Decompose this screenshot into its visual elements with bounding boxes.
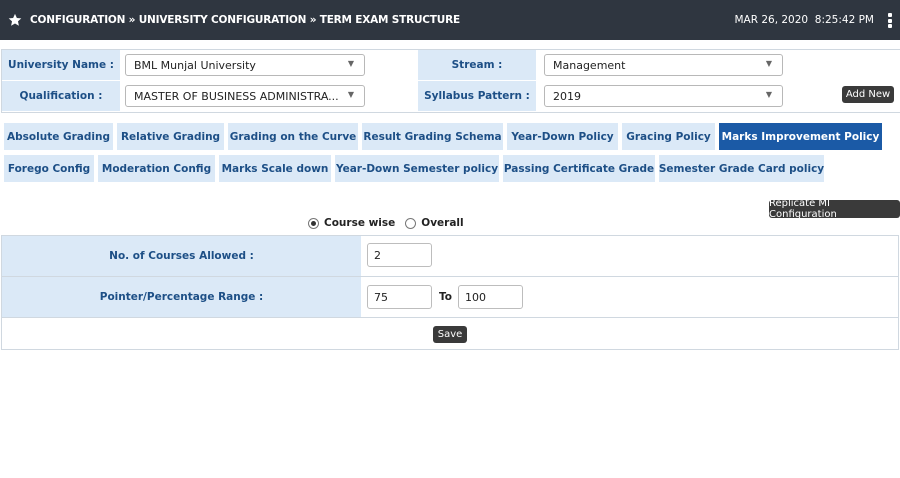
datetime: MAR 26, 2020 8:25:42 PM [734,14,874,26]
range-to-label: To [439,291,452,303]
qualification-select[interactable]: MASTER OF BUSINESS ADMINISTRA... ▼ [125,85,365,107]
courses-allowed-label: No. of Courses Allowed : [2,236,361,276]
range-to-input[interactable]: 100 [458,285,523,309]
course-wise-label[interactable]: Course wise [324,217,395,229]
university-label: University Name : [2,50,120,80]
syllabus-label: Syllabus Pattern : [418,81,536,111]
tab-result-grading-schema[interactable]: Result Grading Schema [362,123,503,150]
university-value: BML Munjal University [134,58,256,72]
row-divider [2,317,898,318]
tab-marks-scale-down[interactable]: Marks Scale down [219,155,331,182]
date-text: MAR 26, 2020 [734,14,809,26]
top-bar: CONFIGURATION » UNIVERSITY CONFIGURATION… [0,0,900,40]
syllabus-value: 2019 [553,89,581,103]
university-select[interactable]: BML Munjal University ▼ [125,54,365,76]
replicate-mi-configuration-button[interactable]: Replicate MI Configuration [769,198,900,220]
chevron-down-icon: ▼ [765,59,772,68]
chevron-down-icon: ▼ [765,90,772,99]
tab-marks-improvement-policy[interactable]: Marks Improvement Policy [719,123,882,150]
tab-grading-on-the-curve[interactable]: Grading on the Curve [228,123,358,150]
stream-select[interactable]: Management ▼ [544,54,783,76]
tab-year-down-semester-policy[interactable]: Year-Down Semester policy [335,155,499,182]
tab-absolute-grading[interactable]: Absolute Grading [4,123,113,150]
tab-year-down-policy[interactable]: Year-Down Policy [507,123,618,150]
add-new-button[interactable]: Add New [842,86,894,103]
mode-radio-group: Course wise Overall [308,217,464,229]
tab-forego-config[interactable]: Forego Config [4,155,94,182]
stream-label: Stream : [418,50,536,80]
breadcrumb: CONFIGURATION » UNIVERSITY CONFIGURATION… [30,14,460,26]
syllabus-select[interactable]: 2019 ▼ [544,85,783,107]
overall-radio[interactable] [405,217,417,229]
stream-value: Management [553,58,626,72]
chevron-down-icon: ▼ [347,90,354,99]
tab-semester-grade-card-policy[interactable]: Semester Grade Card policy [659,155,824,182]
star-icon[interactable] [8,13,22,27]
time-text: 8:25:42 PM [814,14,874,26]
chevron-down-icon: ▼ [347,59,354,68]
tab-gracing-policy[interactable]: Gracing Policy [622,123,715,150]
tab-moderation-config[interactable]: Moderation Config [98,155,215,182]
range-from-input[interactable]: 75 [367,285,432,309]
tab-passing-certificate-grade[interactable]: Passing Certificate Grade [503,155,655,182]
overall-label[interactable]: Overall [421,217,463,229]
range-label: Pointer/Percentage Range : [2,277,361,317]
tab-relative-grading[interactable]: Relative Grading [117,123,224,150]
save-button[interactable]: Save [433,326,467,343]
courses-allowed-input[interactable]: 2 [367,243,432,267]
course-wise-radio[interactable] [308,217,319,229]
qualification-label: Qualification : [2,81,120,111]
qualification-value: MASTER OF BUSINESS ADMINISTRA... [134,89,339,103]
more-menu-icon[interactable] [888,13,892,28]
